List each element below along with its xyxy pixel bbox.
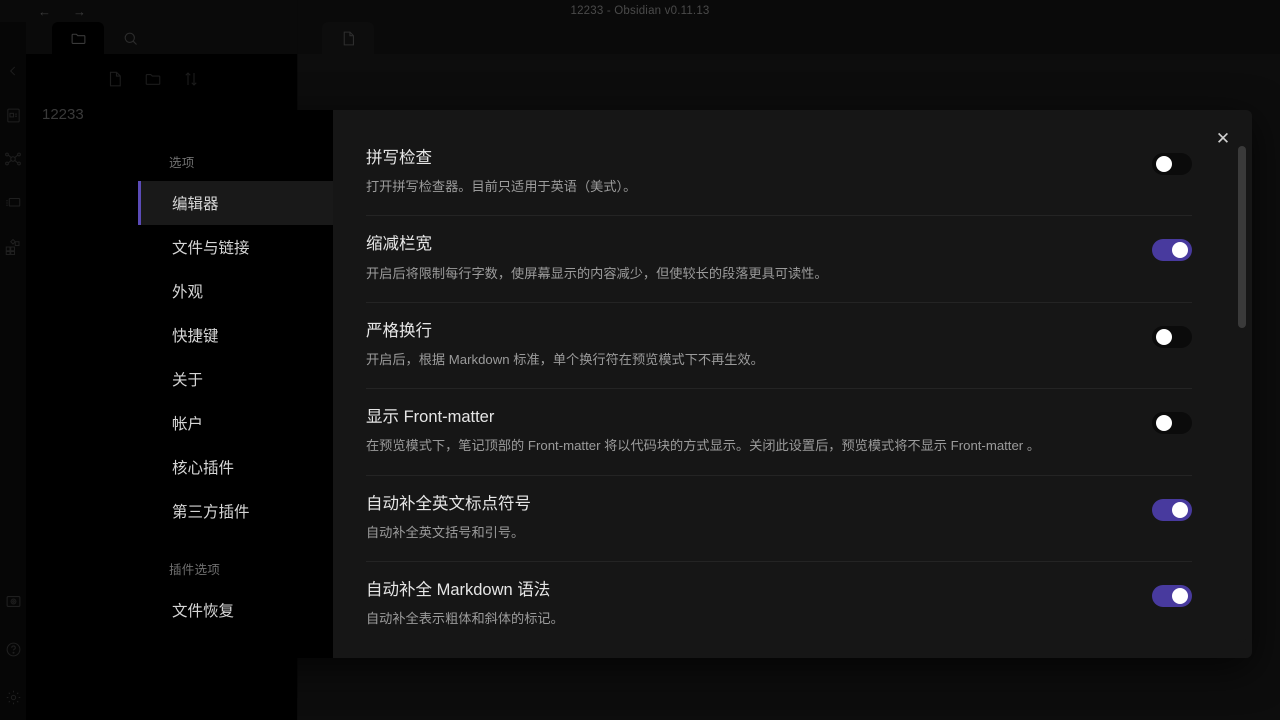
setting-description: 自动补全表示粗体和斜体的标记。 bbox=[366, 609, 1128, 628]
vault-icon[interactable] bbox=[2, 590, 24, 612]
sidebar-item-community-plugins[interactable]: 第三方插件 bbox=[138, 489, 333, 533]
sidebar-item-appearance[interactable]: 外观 bbox=[138, 269, 333, 313]
settings-content: ✕ 拼写检查 打开拼写检查器。目前只适用于英语（美式）。 缩减栏宽 开启后将限制… bbox=[333, 110, 1252, 658]
setting-text: 严格换行 开启后，根据 Markdown 标准，单个换行符在预览模式下不再生效。 bbox=[366, 320, 1128, 369]
setting-text: 自动补全英文标点符号 自动补全英文括号和引号。 bbox=[366, 493, 1128, 542]
sidebar-item-label: 快捷键 bbox=[172, 324, 219, 346]
tab-file-explorer[interactable] bbox=[52, 22, 104, 54]
setting-name: 缩减栏宽 bbox=[366, 233, 1128, 255]
setting-text: 自动补全 Markdown 语法 自动补全表示粗体和斜体的标记。 bbox=[366, 579, 1128, 628]
setting-text: 拼写检查 打开拼写检查器。目前只适用于英语（美式）。 bbox=[366, 147, 1128, 196]
folder-icon bbox=[70, 30, 87, 47]
setting-description: 自动补全英文括号和引号。 bbox=[366, 523, 1128, 542]
sidebar-item-label: 文件与链接 bbox=[172, 236, 250, 258]
sidebar-item-label: 文件恢复 bbox=[172, 599, 234, 621]
sidebar-item-core-plugins[interactable]: 核心插件 bbox=[138, 445, 333, 489]
obsidian-window: ← → 12233 - Obsidian v0.11.13 bbox=[0, 0, 1280, 720]
sidebar-item-label: 帐户 bbox=[172, 412, 203, 434]
settings-gear-icon[interactable] bbox=[2, 686, 24, 708]
setting-name: 显示 Front-matter bbox=[366, 406, 1128, 428]
window-title: 12233 - Obsidian v0.11.13 bbox=[0, 5, 1280, 17]
sidebar-item-file-recovery[interactable]: 文件恢复 bbox=[138, 588, 333, 632]
toggle-knob bbox=[1156, 415, 1172, 431]
toggle-auto-pair-markdown[interactable] bbox=[1152, 585, 1192, 607]
toggle-knob bbox=[1156, 156, 1172, 172]
toggle-knob bbox=[1172, 588, 1188, 604]
setting-name: 拼写检查 bbox=[366, 147, 1128, 169]
settings-list: 拼写检查 打开拼写检查器。目前只适用于英语（美式）。 缩减栏宽 开启后将限制每行… bbox=[333, 110, 1252, 647]
tab-note[interactable] bbox=[322, 22, 374, 54]
settings-section-plugin-options: 插件选项 文件恢复 bbox=[138, 559, 333, 632]
setting-description: 开启后，根据 Markdown 标准，单个换行符在预览模式下不再生效。 bbox=[366, 350, 1128, 369]
setting-name: 自动补全 Markdown 语法 bbox=[366, 579, 1128, 601]
sidebar-item-label: 关于 bbox=[172, 368, 203, 390]
note-icon[interactable] bbox=[2, 104, 24, 126]
settings-section-options: 选项 编辑器 文件与链接 外观 快捷键 关于 帐户 核心插件 第三方插件 bbox=[138, 152, 333, 533]
graph-view-icon[interactable] bbox=[2, 148, 24, 170]
setting-text: 缩减栏宽 开启后将限制每行字数，使屏幕显示的内容减少，但使较长的段落更具可读性。 bbox=[366, 233, 1128, 282]
setting-row: 严格换行 开启后，根据 Markdown 标准，单个换行符在预览模式下不再生效。 bbox=[366, 303, 1192, 389]
sidebar-item-label: 外观 bbox=[172, 280, 203, 302]
setting-row: 缩减栏宽 开启后将限制每行字数，使屏幕显示的内容减少，但使较长的段落更具可读性。 bbox=[366, 216, 1192, 302]
setting-row: 自动补全 Markdown 语法 自动补全表示粗体和斜体的标记。 bbox=[366, 562, 1192, 647]
tab-search[interactable] bbox=[104, 22, 156, 54]
sidebar-item-editor[interactable]: 编辑器 bbox=[138, 181, 333, 225]
toggle-knob bbox=[1172, 502, 1188, 518]
sidebar-item-about[interactable]: 关于 bbox=[138, 357, 333, 401]
search-icon bbox=[122, 30, 139, 47]
setting-row: 自动补全英文标点符号 自动补全英文括号和引号。 bbox=[366, 476, 1192, 562]
sidebar-item-files-links[interactable]: 文件与链接 bbox=[138, 225, 333, 269]
toggle-show-frontmatter[interactable] bbox=[1152, 412, 1192, 434]
toggle-readable-line-length[interactable] bbox=[1152, 239, 1192, 261]
settings-sidebar: 选项 编辑器 文件与链接 外观 快捷键 关于 帐户 核心插件 第三方插件 插件选… bbox=[138, 110, 333, 658]
explorer-toolbar bbox=[26, 54, 297, 90]
document-icon bbox=[340, 30, 357, 47]
settings-modal: 选项 编辑器 文件与链接 外观 快捷键 关于 帐户 核心插件 第三方插件 插件选… bbox=[138, 110, 1252, 658]
section-heading-plugin-options: 插件选项 bbox=[138, 559, 333, 588]
sidebar-item-hotkeys[interactable]: 快捷键 bbox=[138, 313, 333, 357]
new-folder-icon[interactable] bbox=[142, 68, 164, 90]
setting-name: 严格换行 bbox=[366, 320, 1128, 342]
sidebar-item-label: 第三方插件 bbox=[172, 500, 250, 522]
sidebar-item-label: 核心插件 bbox=[172, 456, 234, 478]
left-icon-rail bbox=[0, 22, 26, 720]
setting-description: 打开拼写检查器。目前只适用于英语（美式）。 bbox=[366, 177, 1128, 196]
setting-description: 开启后将限制每行字数，使屏幕显示的内容减少，但使较长的段落更具可读性。 bbox=[366, 264, 1128, 283]
sidebar-item-label: 编辑器 bbox=[172, 192, 219, 214]
grid-shapes-icon[interactable] bbox=[2, 236, 24, 258]
title-bar: ← → 12233 - Obsidian v0.11.13 bbox=[0, 0, 1280, 22]
setting-row: 拼写检查 打开拼写检查器。目前只适用于英语（美式）。 bbox=[366, 142, 1192, 216]
scrollbar-thumb[interactable] bbox=[1238, 146, 1246, 328]
setting-row: 显示 Front-matter 在预览模式下，笔记顶部的 Front-matte… bbox=[366, 389, 1192, 475]
toggle-knob bbox=[1172, 242, 1188, 258]
stacked-cards-icon[interactable] bbox=[2, 192, 24, 214]
toggle-knob bbox=[1156, 329, 1172, 345]
sort-icon[interactable] bbox=[180, 68, 202, 90]
settings-scrollbar[interactable] bbox=[1238, 146, 1246, 642]
section-heading-options: 选项 bbox=[138, 152, 333, 181]
setting-text: 显示 Front-matter 在预览模式下，笔记顶部的 Front-matte… bbox=[366, 406, 1128, 455]
help-icon[interactable] bbox=[2, 638, 24, 660]
tab-bar bbox=[26, 22, 1280, 54]
sidebar-item-account[interactable]: 帐户 bbox=[138, 401, 333, 445]
toggle-strict-line-breaks[interactable] bbox=[1152, 326, 1192, 348]
chevron-left-icon[interactable] bbox=[2, 60, 24, 82]
toggle-auto-pair-brackets[interactable] bbox=[1152, 499, 1192, 521]
new-note-icon[interactable] bbox=[104, 68, 126, 90]
setting-name: 自动补全英文标点符号 bbox=[366, 493, 1128, 515]
setting-description: 在预览模式下，笔记顶部的 Front-matter 将以代码块的方式显示。关闭此… bbox=[366, 436, 1128, 455]
sidebar-spacer bbox=[138, 533, 333, 559]
close-icon[interactable]: ✕ bbox=[1210, 126, 1236, 152]
toggle-spellcheck[interactable] bbox=[1152, 153, 1192, 175]
